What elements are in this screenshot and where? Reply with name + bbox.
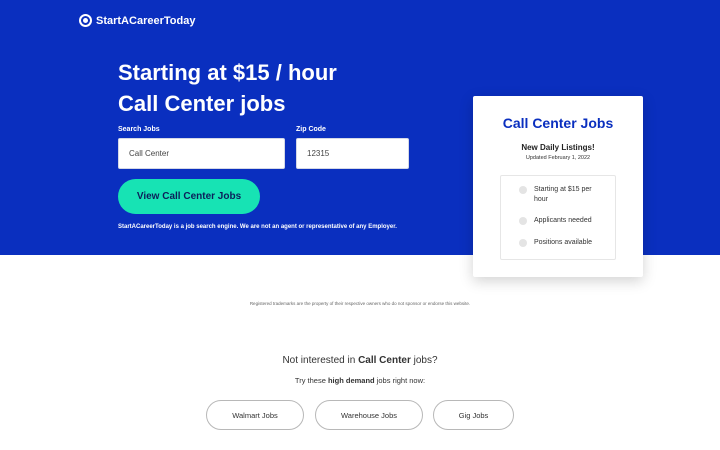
- try-these-prefix: Try these: [294, 376, 328, 385]
- brand-name: StartACareerToday: [96, 14, 196, 27]
- zip-code-input[interactable]: [296, 138, 409, 169]
- try-these-suffix: jobs right now:: [374, 376, 426, 385]
- not-interested-prefix: Not interested in: [282, 355, 359, 366]
- radio-dot-icon: [519, 239, 527, 247]
- listings-card: Call Center Jobs New Daily Listings! Upd…: [473, 96, 643, 277]
- checklist-item[interactable]: Starting at $15 per hour: [519, 185, 601, 205]
- checklist-item-label: Starting at $15 per hour: [534, 186, 592, 203]
- try-these-highlight: high demand: [327, 376, 375, 385]
- walmart-jobs-button[interactable]: Walmart Jobs: [206, 400, 304, 430]
- not-interested-text: Not interested in Call Center jobs?: [0, 355, 720, 366]
- search-jobs-input[interactable]: [118, 138, 285, 169]
- try-these-text: Try these high demand jobs right now:: [0, 376, 720, 385]
- search-jobs-label: Search Jobs: [118, 126, 160, 133]
- headline-pay: Starting at $15 / hour: [118, 60, 337, 85]
- not-interested-suffix: jobs?: [410, 355, 438, 366]
- checklist-item[interactable]: Applicants needed: [519, 216, 592, 226]
- benefits-checklist: Starting at $15 per hour Applicants need…: [500, 175, 616, 260]
- card-title: Call Center Jobs: [502, 115, 614, 131]
- not-interested-job: Call Center: [358, 355, 411, 366]
- zip-code-label: Zip Code: [296, 126, 326, 133]
- checklist-item-label: Positions available: [534, 239, 592, 246]
- page-headline: Starting at $15 / hour Call Center jobs: [118, 57, 337, 119]
- headline-job: Call Center jobs: [118, 91, 286, 116]
- card-subtitle: New Daily Listings!: [521, 143, 595, 152]
- chat-search-icon: [79, 14, 92, 27]
- trademark-notice: Registered trademarks are the property o…: [249, 301, 471, 306]
- view-jobs-button[interactable]: View Call Center Jobs: [118, 179, 260, 214]
- card-updated-date: Updated February 1, 2022: [525, 155, 591, 161]
- radio-dot-icon: [519, 217, 527, 225]
- checklist-item-label: Applicants needed: [534, 217, 592, 224]
- radio-dot-icon: [519, 186, 527, 194]
- brand-logo[interactable]: StartACareerToday: [79, 14, 195, 27]
- disclaimer-text: StartACareerToday is a job search engine…: [118, 224, 397, 230]
- gig-jobs-button[interactable]: Gig Jobs: [433, 400, 514, 430]
- checklist-item[interactable]: Positions available: [519, 238, 592, 248]
- warehouse-jobs-button[interactable]: Warehouse Jobs: [315, 400, 423, 430]
